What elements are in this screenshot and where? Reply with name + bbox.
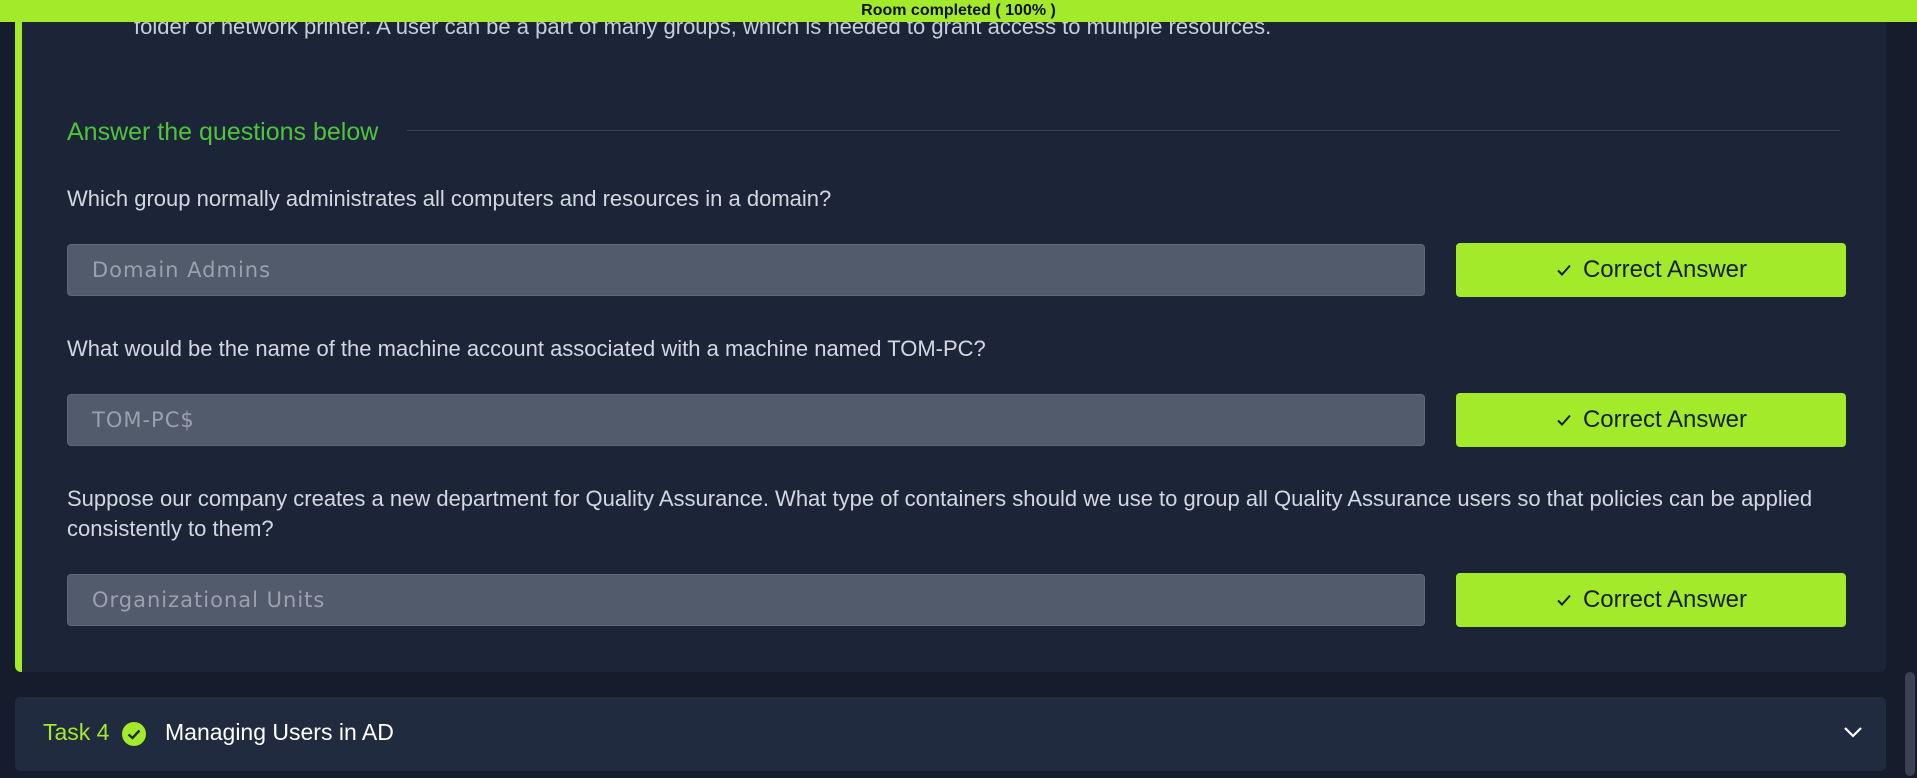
correct-answer-2-label: Correct Answer (1582, 406, 1748, 433)
room-progress-text: Room completed ( 100% ) (861, 2, 1056, 19)
check-icon (1557, 264, 1571, 276)
task-4-number: Task 4 (43, 719, 110, 745)
answer-2-field[interactable]: TOM-PC$ (67, 394, 1425, 446)
task-3-card: folder or network printer. A user can be… (15, 0, 1886, 672)
correct-answer-1-button[interactable]: Correct Answer (1456, 243, 1846, 297)
scrollbar-thumb[interactable] (1905, 672, 1915, 776)
correct-answer-1-label: Correct Answer (1582, 256, 1748, 283)
question-1-text: Which group normally administrates all c… (67, 186, 832, 211)
task-4-title: Managing Users in AD (165, 719, 394, 745)
answer-section-heading: Answer the questions below (67, 118, 379, 146)
answer-3-field[interactable]: Organizational Units (67, 574, 1425, 626)
question-2-text: What would be the name of the machine ac… (67, 336, 986, 361)
chevron-down-icon[interactable] (1842, 724, 1864, 740)
correct-answer-2-button[interactable]: Correct Answer (1456, 393, 1846, 447)
scrollbar-track[interactable] (1902, 0, 1917, 778)
correct-answer-3-button[interactable]: Correct Answer (1456, 573, 1846, 627)
task-4-header[interactable]: Task 4 Managing Users in AD (15, 697, 1886, 771)
heading-divider (407, 130, 1840, 131)
answer-1-field[interactable]: Domain Admins (67, 244, 1425, 296)
check-icon (1557, 594, 1571, 606)
correct-answer-3-label: Correct Answer (1582, 586, 1748, 613)
question-3-text: Suppose our company creates a new depart… (67, 486, 1813, 541)
check-circle-icon (122, 722, 146, 746)
check-icon (1557, 414, 1571, 426)
room-progress-bar: Room completed ( 100% ) (0, 0, 1917, 22)
